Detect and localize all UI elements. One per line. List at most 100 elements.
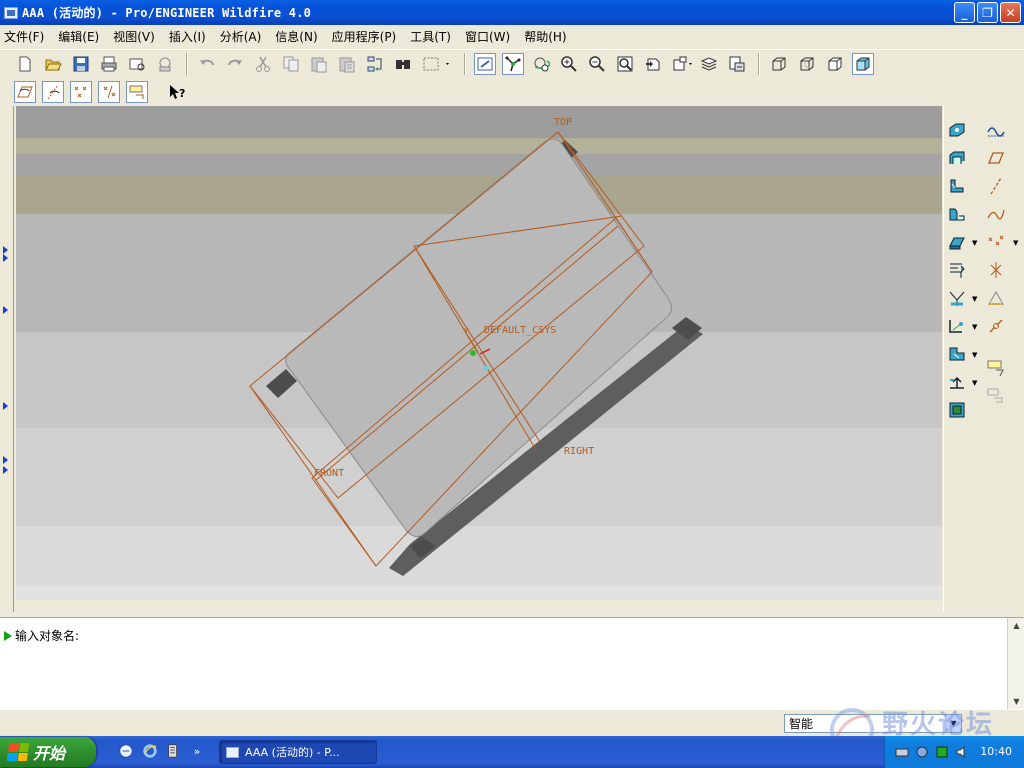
analysis-feature-icon[interactable] [984, 286, 1008, 310]
select-box-icon[interactable] [420, 53, 454, 75]
zoom-in-icon[interactable] [558, 53, 580, 75]
menu-window[interactable]: 窗口(W) [465, 28, 510, 45]
datum-chain-icon[interactable] [984, 314, 1008, 338]
quick-launch-more[interactable]: » [188, 742, 206, 760]
datum-label-front[interactable]: FRONT [314, 468, 344, 479]
print-icon[interactable] [98, 53, 120, 75]
view-manager-icon[interactable] [726, 53, 748, 75]
extrude-icon[interactable] [945, 258, 969, 282]
datum-curve-icon[interactable] [984, 202, 1008, 226]
expand-arrow-icon[interactable] [3, 246, 8, 254]
datum-csys-icon[interactable] [984, 258, 1008, 282]
expand-arrow-icon[interactable] [3, 456, 8, 464]
cut-icon[interactable] [252, 53, 274, 75]
app-icon[interactable] [4, 6, 18, 19]
maximize-button[interactable]: ❐ [977, 2, 998, 23]
vss-dropdown-arrow[interactable]: ▼ [972, 379, 977, 387]
datum-label-csys[interactable]: DEFAULT_CSYS [484, 325, 556, 336]
menu-file[interactable]: 文件(F) [4, 28, 44, 45]
hidden-line-icon[interactable] [796, 53, 818, 75]
datum-label-right[interactable]: RIGHT [564, 446, 594, 457]
menu-analysis[interactable]: 分析(A) [220, 28, 262, 45]
expand-arrow-icon[interactable] [3, 254, 8, 262]
round-dropdown-arrow[interactable]: ▼ [972, 239, 977, 247]
shading-icon[interactable] [852, 53, 874, 75]
copy-icon[interactable] [280, 53, 302, 75]
spin-center-icon[interactable] [502, 53, 524, 75]
revolve-dropdown-arrow[interactable]: ▼ [972, 295, 977, 303]
datum-plane-icon[interactable] [984, 146, 1008, 170]
note-icon[interactable] [984, 356, 1008, 380]
taskbar-window-button[interactable]: AAA (活动的) - P... [219, 740, 377, 764]
datum-reference-icon[interactable] [984, 384, 1008, 408]
wireframe-icon[interactable] [768, 53, 790, 75]
security-icon[interactable] [935, 745, 949, 759]
email-attach-icon[interactable] [154, 53, 176, 75]
datum-axes-toggle-icon[interactable] [42, 81, 64, 103]
quick-launch-app-icon[interactable] [164, 742, 182, 760]
saved-views-icon[interactable] [670, 53, 696, 75]
context-help-icon[interactable]: ? [166, 81, 188, 103]
menu-info[interactable]: 信息(N) [275, 28, 317, 45]
variable-section-sweep-icon[interactable] [945, 370, 969, 394]
reorient-icon[interactable] [642, 53, 664, 75]
new-icon[interactable] [14, 53, 36, 75]
sweep-dropdown-arrow[interactable]: ▼ [972, 323, 977, 331]
orient-mode-icon[interactable] [530, 53, 552, 75]
menu-tools[interactable]: 工具(T) [410, 28, 451, 45]
datum-axis-icon[interactable] [984, 174, 1008, 198]
model-viewport[interactable]: TOP FRONT RIGHT DEFAULT_CSYS Y [16, 106, 942, 600]
revolve-icon[interactable] [945, 286, 969, 310]
find-icon[interactable] [392, 53, 414, 75]
volume-icon[interactable] [955, 745, 969, 759]
navigator-sash[interactable] [0, 106, 14, 612]
filter-dropdown-arrow-icon[interactable]: ▼ [945, 715, 961, 732]
minimize-button[interactable]: _ [954, 2, 975, 23]
datum-point-icon[interactable] [984, 230, 1008, 254]
datum-label-top[interactable]: TOP [554, 117, 572, 128]
open-icon[interactable] [42, 53, 64, 75]
layers-icon[interactable] [698, 53, 720, 75]
close-button[interactable]: ✕ [1000, 2, 1021, 23]
datum-csys-toggle-icon[interactable] [98, 81, 120, 103]
message-scrollbar[interactable]: ▲ ▼ [1007, 618, 1024, 710]
graphics-window[interactable]: TOP FRONT RIGHT DEFAULT_CSYS Y [16, 106, 942, 600]
expand-arrow-icon[interactable] [3, 306, 8, 314]
datum-planes-toggle-icon[interactable] [14, 81, 36, 103]
pattern-icon[interactable] [945, 398, 969, 422]
round-icon[interactable] [945, 230, 969, 254]
scroll-up-arrow-icon[interactable]: ▲ [1011, 620, 1022, 631]
save-icon[interactable] [70, 53, 92, 75]
annotations-toggle-icon[interactable] [126, 81, 148, 103]
datum-points-toggle-icon[interactable] [70, 81, 92, 103]
keyboard-icon[interactable] [895, 745, 909, 759]
blend-dropdown-arrow[interactable]: ▼ [972, 351, 977, 359]
selection-filter[interactable]: 智能 ▼ [784, 714, 962, 733]
network-icon[interactable] [915, 745, 929, 759]
show-desktop-icon[interactable] [117, 742, 135, 760]
repaint-icon[interactable] [474, 53, 496, 75]
hole-icon[interactable] [945, 118, 969, 142]
paste-icon[interactable] [308, 53, 330, 75]
menu-help[interactable]: 帮助(H) [524, 28, 566, 45]
email-icon[interactable] [126, 53, 148, 75]
expand-arrow-icon[interactable] [3, 466, 8, 474]
draft-icon[interactable] [945, 202, 969, 226]
regenerate-icon[interactable] [364, 53, 386, 75]
redo-icon[interactable] [224, 53, 246, 75]
zoom-out-icon[interactable] [586, 53, 608, 75]
rib-icon[interactable] [945, 174, 969, 198]
menu-edit[interactable]: 编辑(E) [58, 28, 99, 45]
no-hidden-icon[interactable] [824, 53, 846, 75]
scroll-down-arrow-icon[interactable]: ▼ [1011, 696, 1022, 707]
menu-insert[interactable]: 插入(I) [169, 28, 206, 45]
internet-explorer-icon[interactable] [141, 742, 159, 760]
clock[interactable]: 10:40 [980, 745, 1012, 758]
expand-arrow-icon[interactable] [3, 402, 8, 410]
datum-point-dropdown-arrow[interactable]: ▼ [1013, 239, 1018, 247]
menu-view[interactable]: 视图(V) [113, 28, 155, 45]
menu-applications[interactable]: 应用程序(P) [332, 28, 397, 45]
shell-icon[interactable] [945, 146, 969, 170]
sketched-curve-icon[interactable] [984, 118, 1008, 142]
sweep-icon[interactable] [945, 314, 969, 338]
